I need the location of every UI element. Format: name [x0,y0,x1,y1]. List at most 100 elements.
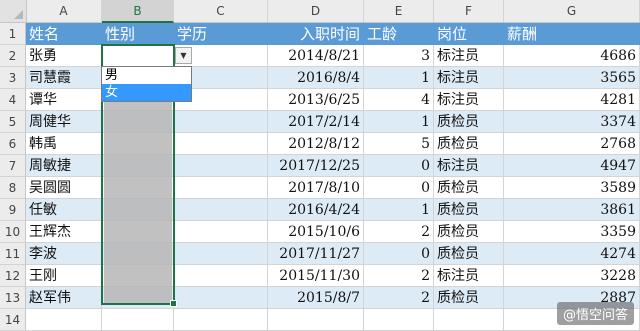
cell-seniority[interactable]: 1 [364,111,434,133]
column-header-e[interactable]: E [364,0,434,22]
header-cell-name[interactable]: 姓名 [26,23,102,45]
row-header[interactable]: 4 [0,89,26,111]
cell-position[interactable]: 质检员 [434,221,504,243]
cell-education[interactable] [174,155,268,177]
cell-position[interactable]: 标注员 [434,67,504,89]
cell-empty[interactable] [174,309,268,331]
header-cell-seniority[interactable]: 工龄 [364,23,434,45]
select-all-corner[interactable] [0,0,27,22]
cell-education[interactable] [174,199,268,221]
cell-education[interactable] [174,243,268,265]
column-header-f[interactable]: F [434,0,504,22]
header-cell-salary[interactable]: 薪酬 [504,23,640,45]
cell-hire-date[interactable]: 2015/11/30 [268,265,364,287]
column-header-c[interactable]: C [174,0,268,22]
cell-education[interactable] [174,265,268,287]
cell-seniority[interactable]: 0 [364,155,434,177]
cell-hire-date[interactable]: 2015/8/7 [268,287,364,309]
fill-handle[interactable] [170,300,177,307]
cell-gender[interactable] [102,45,174,67]
header-cell-hire-date[interactable]: 入职时间 [268,23,364,45]
cell-salary[interactable]: 3861 [504,199,640,221]
cell-seniority[interactable]: 5 [364,133,434,155]
cell-seniority[interactable]: 1 [364,199,434,221]
row-header[interactable]: 12 [0,265,26,287]
cell-education[interactable] [174,111,268,133]
column-header-a[interactable]: A [26,0,102,22]
cell-education[interactable] [174,287,268,309]
cell-hire-date[interactable]: 2013/6/25 [268,89,364,111]
row-header[interactable]: 1 [0,23,26,45]
row-header[interactable]: 11 [0,243,26,265]
cell-position[interactable]: 标注员 [434,265,504,287]
cell-education[interactable] [174,221,268,243]
column-header-g[interactable]: G [504,0,640,22]
cell-name[interactable]: 司慧霞 [26,67,102,89]
cell-name[interactable]: 韩禹 [26,133,102,155]
dropdown-option-male[interactable]: 男 [102,67,191,84]
cell-empty[interactable] [268,309,364,331]
row-header[interactable]: 7 [0,155,26,177]
cell-position[interactable]: 质检员 [434,287,504,309]
cell-education[interactable] [174,133,268,155]
cell-hire-date[interactable]: 2014/8/21 [268,45,364,67]
row-header[interactable]: 10 [0,221,26,243]
row-header[interactable]: 6 [0,133,26,155]
cell-name[interactable]: 周敏捷 [26,155,102,177]
dropdown-arrow-button[interactable]: ▼ [175,47,192,64]
cell-name[interactable]: 周健华 [26,111,102,133]
cell-salary[interactable]: 4686 [504,45,640,67]
cell-position[interactable]: 质检员 [434,199,504,221]
cell-salary[interactable]: 3228 [504,265,640,287]
cell-salary[interactable]: 4281 [504,89,640,111]
cell-seniority[interactable]: 2 [364,287,434,309]
column-header-b[interactable]: B [102,0,174,23]
header-cell-gender[interactable]: 性别 [102,23,174,45]
cell-name[interactable]: 吴圆圆 [26,177,102,199]
cell-seniority[interactable]: 0 [364,243,434,265]
cell-hire-date[interactable]: 2017/8/10 [268,177,364,199]
header-cell-position[interactable]: 岗位 [434,23,504,45]
cell-position[interactable]: 质检员 [434,133,504,155]
row-header[interactable]: 3 [0,67,26,89]
cell-seniority[interactable]: 2 [364,265,434,287]
cell-position[interactable]: 质检员 [434,111,504,133]
cell-education[interactable] [174,177,268,199]
cell-position[interactable]: 质检员 [434,177,504,199]
column-header-d[interactable]: D [268,0,364,22]
cell-name[interactable]: 张勇 [26,45,102,67]
header-cell-education[interactable]: 学历 [174,23,268,45]
cell-empty[interactable] [102,309,174,331]
cell-name[interactable]: 王刚 [26,265,102,287]
cell-hire-date[interactable]: 2017/12/25 [268,155,364,177]
cell-position[interactable]: 标注员 [434,89,504,111]
cell-seniority[interactable]: 3 [364,45,434,67]
cell-hire-date[interactable]: 2016/4/24 [268,199,364,221]
cell-empty[interactable] [434,309,504,331]
cell-salary[interactable]: 3565 [504,67,640,89]
cell-seniority[interactable]: 1 [364,67,434,89]
cell-hire-date[interactable]: 2016/8/4 [268,67,364,89]
cell-position[interactable]: 标注员 [434,45,504,67]
cell-salary[interactable]: 4274 [504,243,640,265]
cell-hire-date[interactable]: 2017/11/27 [268,243,364,265]
row-header[interactable]: 5 [0,111,26,133]
row-header[interactable]: 13 [0,287,26,309]
row-header[interactable]: 14 [0,309,26,331]
cell-empty[interactable] [364,309,434,331]
cell-hire-date[interactable]: 2012/8/12 [268,133,364,155]
cell-position[interactable]: 标注员 [434,155,504,177]
cell-salary[interactable]: 4947 [504,155,640,177]
cell-salary[interactable]: 3359 [504,221,640,243]
cell-seniority[interactable]: 4 [364,89,434,111]
row-header[interactable]: 8 [0,177,26,199]
cell-name[interactable]: 谭华 [26,89,102,111]
cell-seniority[interactable]: 2 [364,221,434,243]
cell-salary[interactable]: 3374 [504,111,640,133]
dropdown-option-female[interactable]: 女 [102,84,191,101]
cell-name[interactable]: 王辉杰 [26,221,102,243]
cell-hire-date[interactable]: 2017/2/14 [268,111,364,133]
cell-name[interactable]: 任敏 [26,199,102,221]
cell-name[interactable]: 李波 [26,243,102,265]
row-header[interactable]: 2 [0,45,26,67]
